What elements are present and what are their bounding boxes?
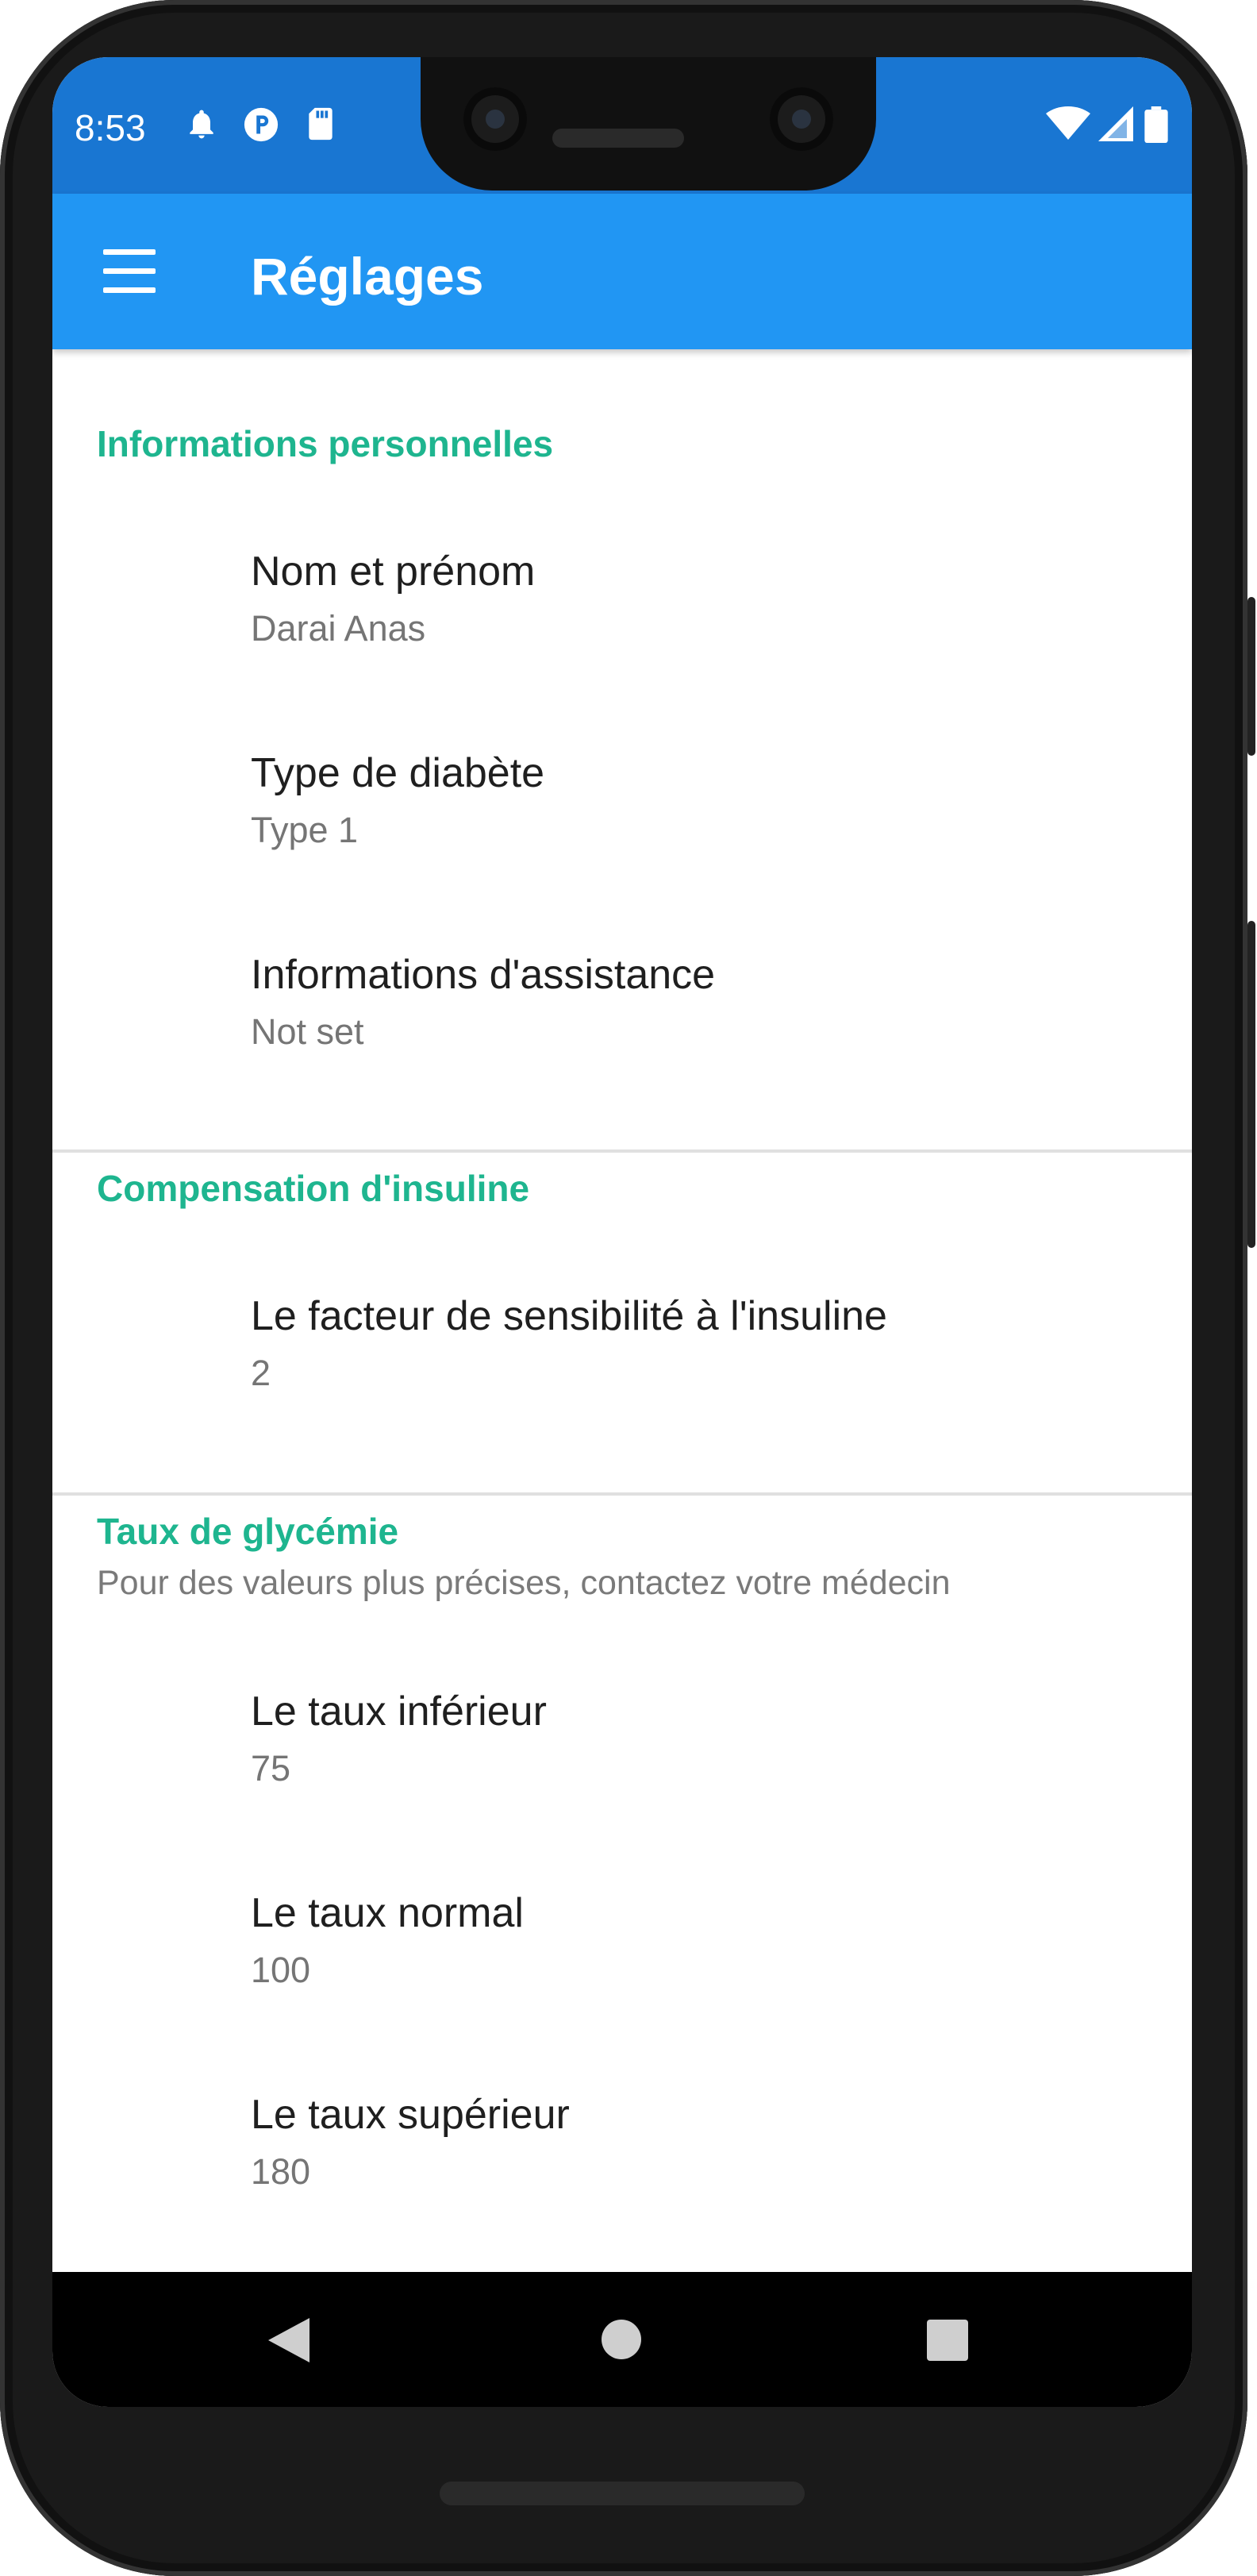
setting-item-name[interactable]: Nom et prénom Darai Anas bbox=[52, 548, 1192, 738]
setting-item-upper-rate[interactable]: Le taux supérieur 180 bbox=[52, 2091, 1192, 2281]
battery-icon bbox=[1144, 106, 1168, 143]
front-sensor-icon bbox=[770, 87, 833, 151]
status-time: 8:53 bbox=[75, 107, 146, 148]
setting-title: Type de diabète bbox=[251, 750, 545, 796]
volume-button bbox=[1247, 921, 1255, 1248]
camera-notch bbox=[421, 57, 876, 191]
setting-title: Le taux normal bbox=[251, 1890, 524, 1936]
section-subtitle: Pour des valeurs plus précises, contacte… bbox=[97, 1564, 951, 1602]
hamburger-menu-icon[interactable] bbox=[97, 238, 163, 305]
front-camera-icon bbox=[463, 87, 527, 151]
setting-value: Type 1 bbox=[251, 810, 359, 850]
bottom-speaker-grille bbox=[440, 2482, 805, 2505]
signal-icon bbox=[1098, 106, 1133, 141]
status-bar: 8:53 bbox=[52, 57, 1192, 194]
navigation-bar bbox=[52, 2272, 1192, 2407]
setting-title: Le taux inférieur bbox=[251, 1688, 547, 1735]
setting-value: 75 bbox=[251, 1748, 291, 1789]
setting-value: Not set bbox=[251, 1011, 364, 1052]
wifi-icon bbox=[1046, 106, 1090, 141]
sd-card-icon bbox=[305, 106, 340, 141]
setting-item-lower-rate[interactable]: Le taux inférieur 75 bbox=[52, 1688, 1192, 1878]
setting-value: 2 bbox=[251, 1353, 271, 1393]
power-button bbox=[1247, 597, 1255, 756]
section-header-personal-info: Informations personnelles bbox=[97, 423, 554, 464]
setting-item-diabetes-type[interactable]: Type de diabète Type 1 bbox=[52, 749, 1192, 940]
home-icon[interactable] bbox=[602, 2320, 641, 2359]
setting-value: Darai Anas bbox=[251, 608, 426, 649]
setting-item-normal-rate[interactable]: Le taux normal 100 bbox=[52, 1889, 1192, 2080]
phone-frame: 8:53 Réglages Informations personnelles … bbox=[0, 0, 1255, 2576]
setting-item-assistance-info[interactable]: Informations d'assistance Not set bbox=[52, 951, 1192, 1142]
setting-title: Nom et prénom bbox=[251, 549, 536, 595]
page-title: Réglages bbox=[251, 247, 484, 306]
section-header-insulin-compensation: Compensation d'insuline bbox=[97, 1168, 530, 1209]
section-divider bbox=[52, 1492, 1192, 1496]
setting-title: Informations d'assistance bbox=[251, 952, 716, 998]
back-icon[interactable] bbox=[268, 2318, 309, 2362]
bell-icon bbox=[184, 106, 219, 141]
section-divider bbox=[52, 1149, 1192, 1153]
app-p-icon bbox=[243, 106, 279, 142]
setting-title: Le taux supérieur bbox=[251, 2092, 570, 2138]
recents-icon[interactable] bbox=[927, 2320, 968, 2361]
setting-item-insulin-sensitivity[interactable]: Le facteur de sensibilité à l'insuline 2 bbox=[52, 1292, 1192, 1483]
app-bar: Réglages bbox=[52, 194, 1192, 349]
screen: 8:53 Réglages Informations personnelles … bbox=[52, 57, 1192, 2407]
setting-title: Le facteur de sensibilité à l'insuline bbox=[251, 1293, 887, 1339]
setting-value: 180 bbox=[251, 2151, 311, 2192]
section-header-blood-glucose: Taux de glycémie bbox=[97, 1511, 399, 1552]
earpiece-speaker bbox=[552, 129, 684, 148]
setting-value: 100 bbox=[251, 1950, 311, 1990]
